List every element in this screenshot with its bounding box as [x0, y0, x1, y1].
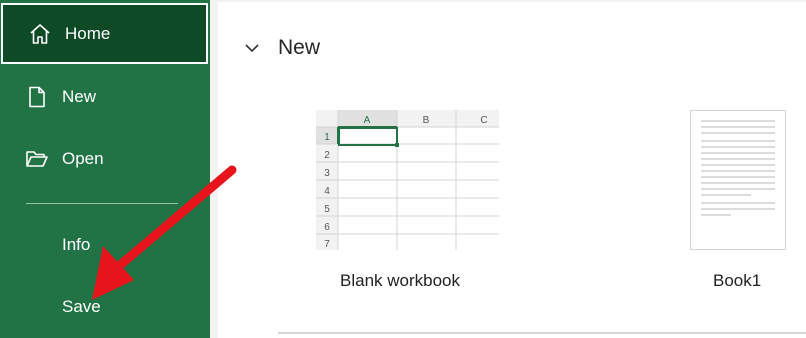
main-panel: New A B C 1 2 3 4 5 6 7 Blank workbook B…: [210, 0, 806, 338]
sidebar-divider: [26, 203, 178, 204]
book1-label[interactable]: Book1: [713, 271, 761, 291]
sidebar-item-info[interactable]: Info: [0, 214, 210, 276]
row-header: 2: [324, 150, 330, 161]
row-header: 3: [324, 168, 330, 179]
section-divider: [278, 332, 806, 334]
row-header: 4: [324, 186, 330, 197]
blank-workbook-label[interactable]: Blank workbook: [340, 271, 460, 291]
chevron-down-icon: [244, 40, 260, 56]
folder-open-icon: [25, 147, 49, 171]
sidebar-item-label: Home: [65, 23, 111, 43]
column-header: B: [423, 115, 430, 126]
backstage-sidebar: Home New Open Info Save: [0, 0, 210, 338]
row-header: 6: [324, 222, 330, 233]
document-preview: [701, 120, 775, 216]
row-header: 5: [324, 204, 330, 215]
home-icon: [28, 22, 52, 46]
sidebar-item-label: Info: [62, 235, 91, 254]
row-header: 1: [324, 132, 330, 143]
book1-template[interactable]: [690, 110, 786, 250]
sidebar-item-home[interactable]: Home: [1, 3, 208, 64]
column-header: A: [364, 115, 371, 126]
section-title: New: [278, 36, 321, 59]
column-header: C: [480, 115, 487, 126]
new-file-icon: [25, 85, 49, 109]
sidebar-item-label: Open: [62, 149, 104, 168]
sidebar-item-open[interactable]: Open: [0, 128, 210, 190]
new-section-toggle[interactable]: New: [244, 36, 320, 60]
sidebar-item-label: New: [62, 87, 97, 106]
main-content: New A B C 1 2 3 4 5 6 7 Blank workbook B…: [218, 2, 806, 338]
sidebar-item-save[interactable]: Save: [0, 276, 210, 338]
blank-workbook-template[interactable]: A B C 1 2 3 4 5 6 7: [316, 110, 499, 250]
row-header: 7: [324, 239, 330, 250]
sidebar-item-label: Save: [62, 297, 101, 316]
spreadsheet-grid-preview: A B C 1 2 3 4 5 6 7: [316, 110, 499, 250]
sidebar-item-new[interactable]: New: [0, 66, 210, 128]
